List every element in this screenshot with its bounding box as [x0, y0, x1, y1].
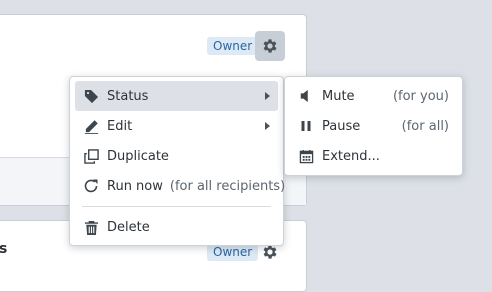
chevron-right-icon: [265, 122, 270, 130]
pencil-icon: [83, 118, 99, 134]
submenu-item-label: Mute: [322, 88, 355, 104]
menu-item-status[interactable]: Status: [75, 81, 278, 111]
menu-item-run-now[interactable]: Run now (for all recipients): [75, 171, 285, 201]
submenu-item-pause[interactable]: Pause (for all): [290, 111, 457, 141]
duplicate-icon: [83, 148, 99, 164]
menu-divider: [82, 206, 271, 207]
pause-icon: [298, 118, 314, 134]
submenu-item-label: Extend...: [322, 148, 380, 164]
submenu-item-hint: (for all): [401, 118, 449, 134]
calendar-icon: [298, 148, 314, 164]
speaker-icon: [298, 88, 314, 104]
menu-item-hint: (for all recipients): [169, 178, 286, 194]
refresh-icon: [83, 178, 99, 194]
owner-badge: Owner: [207, 37, 259, 55]
menu-item-label: Run now: [107, 178, 163, 194]
submenu-item-extend[interactable]: Extend...: [290, 141, 457, 171]
card-title: s: [0, 241, 8, 257]
submenu-item-hint: (for you): [392, 88, 449, 104]
menu-item-label: Duplicate: [107, 148, 169, 164]
menu-item-duplicate[interactable]: Duplicate: [75, 141, 278, 171]
actions-menu: Status Edit Duplicate Run now (for all r…: [69, 76, 285, 246]
tag-icon: [83, 88, 99, 104]
chevron-right-icon: [265, 92, 270, 100]
menu-item-label: Status: [107, 88, 149, 104]
gear-icon: [263, 39, 277, 53]
submenu-item-label: Pause: [322, 118, 361, 134]
menu-item-edit[interactable]: Edit: [75, 111, 278, 141]
status-submenu: Mute (for you) Pause (for all) Extend...: [284, 76, 463, 176]
menu-item-label: Delete: [107, 219, 150, 235]
settings-button[interactable]: [255, 31, 285, 61]
submenu-item-mute[interactable]: Mute (for you): [290, 81, 457, 111]
menu-item-delete[interactable]: Delete: [75, 212, 278, 242]
trash-icon: [83, 219, 99, 235]
menu-item-label: Edit: [107, 118, 133, 134]
